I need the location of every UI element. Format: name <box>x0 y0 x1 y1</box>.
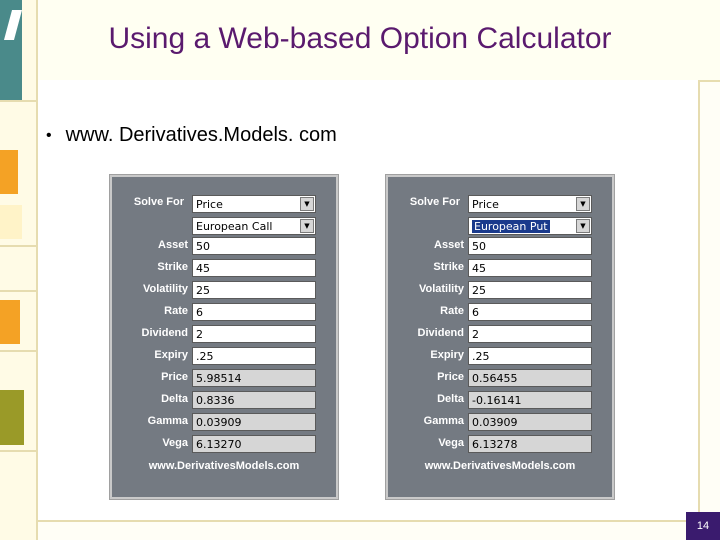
field-label: Rate <box>164 305 188 317</box>
field-label: Strike <box>433 261 464 273</box>
input-row-rate: Rate 6 <box>112 303 336 323</box>
delta-output: 0.8336 <box>192 391 316 409</box>
output-row-delta: Delta -0.16141 <box>388 391 612 411</box>
calculator-panel-call: Solve For Price ▼ European Call ▼ Asset … <box>110 175 338 499</box>
strike-input[interactable]: 45 <box>192 259 316 277</box>
strip-line <box>0 290 38 292</box>
output-row-price: Price 5.98514 <box>112 369 336 389</box>
price-output: 0.56455 <box>468 369 592 387</box>
cream-block <box>0 205 22 239</box>
solve-for-label: Solve For <box>133 196 184 208</box>
option-type-select[interactable]: European Call ▼ <box>192 217 316 235</box>
solve-for-select[interactable]: Price ▼ <box>192 195 316 213</box>
output-row-price: Price 0.56455 <box>388 369 612 389</box>
field-label: Expiry <box>154 349 188 361</box>
bottom-hline <box>38 520 698 522</box>
strip-line <box>0 350 38 352</box>
strip-line <box>0 450 38 452</box>
expiry-input[interactable]: .25 <box>468 347 592 365</box>
output-row-gamma: Gamma 0.03909 <box>388 413 612 433</box>
output-label: Price <box>437 371 464 383</box>
output-label: Vega <box>162 437 188 449</box>
bullet-icon: • <box>46 126 52 144</box>
solve-for-row: Solve For Price ▼ <box>388 195 612 215</box>
strike-input[interactable]: 45 <box>468 259 592 277</box>
field-label: Volatility <box>418 283 464 295</box>
solve-for-select[interactable]: Price ▼ <box>468 195 592 213</box>
chevron-down-icon[interactable]: ▼ <box>576 219 590 233</box>
gamma-output: 0.03909 <box>468 413 592 431</box>
output-label: Price <box>161 371 188 383</box>
output-label: Delta <box>437 393 464 405</box>
option-type-select[interactable]: European Put ▼ <box>468 217 592 235</box>
output-row-gamma: Gamma 0.03909 <box>112 413 336 433</box>
calculator-footer-link[interactable]: www.DerivativesModels.com <box>388 460 612 472</box>
solve-for-value: Price <box>196 198 223 211</box>
output-row-delta: Delta 0.8336 <box>112 391 336 411</box>
chevron-down-icon[interactable]: ▼ <box>300 219 314 233</box>
rate-input[interactable]: 6 <box>468 303 592 321</box>
vega-output: 6.13278 <box>468 435 592 453</box>
input-row-dividend: Dividend 2 <box>112 325 336 345</box>
field-label: Volatility <box>142 283 188 295</box>
asset-input[interactable]: 50 <box>192 237 316 255</box>
field-label: Strike <box>157 261 188 273</box>
rate-input[interactable]: 6 <box>192 303 316 321</box>
field-label: Dividend <box>141 327 188 339</box>
output-label: Gamma <box>423 415 464 427</box>
vega-output: 6.13270 <box>192 435 316 453</box>
dividend-input[interactable]: 2 <box>468 325 592 343</box>
olive-block <box>0 390 24 445</box>
input-row-expiry: Expiry .25 <box>112 347 336 367</box>
bullet-text: www. Derivatives.Models. com <box>65 124 337 146</box>
option-type-row: European Put ▼ <box>388 217 612 237</box>
delta-output: -0.16141 <box>468 391 592 409</box>
input-row-expiry: Expiry .25 <box>388 347 612 367</box>
slide-title: Using a Web-based Option Calculator <box>108 22 612 55</box>
input-row-strike: Strike 45 <box>112 259 336 279</box>
volatility-input[interactable]: 25 <box>192 281 316 299</box>
field-label: Asset <box>158 239 188 251</box>
calculator-panel-put: Solve For Price ▼ European Put ▼ Asset 5… <box>386 175 614 499</box>
input-row-strike: Strike 45 <box>388 259 612 279</box>
output-row-vega: Vega 6.13270 <box>112 435 336 455</box>
input-row-rate: Rate 6 <box>388 303 612 323</box>
output-label: Vega <box>438 437 464 449</box>
field-label: Asset <box>434 239 464 251</box>
option-type-row: European Call ▼ <box>112 217 336 237</box>
expiry-input[interactable]: .25 <box>192 347 316 365</box>
chevron-down-icon[interactable]: ▼ <box>576 197 590 211</box>
solve-for-row: Solve For Price ▼ <box>112 195 336 215</box>
output-row-vega: Vega 6.13278 <box>388 435 612 455</box>
orange-block-2 <box>0 300 20 344</box>
output-label: Delta <box>161 393 188 405</box>
field-label: Expiry <box>430 349 464 361</box>
bullet-item: • www. Derivatives.Models. com <box>46 124 337 147</box>
solve-for-value: Price <box>472 198 499 211</box>
solve-for-label: Solve For <box>409 196 460 208</box>
asset-input[interactable]: 50 <box>468 237 592 255</box>
output-label: Gamma <box>147 415 188 427</box>
calculator-footer-link[interactable]: www.DerivativesModels.com <box>112 460 336 472</box>
input-row-volatility: Volatility 25 <box>112 281 336 301</box>
input-row-asset: Asset 50 <box>388 237 612 257</box>
page-number: 14 <box>686 512 720 540</box>
strip-line <box>0 245 38 247</box>
dividend-input[interactable]: 2 <box>192 325 316 343</box>
option-type-value: European Call <box>196 220 273 233</box>
gamma-output: 0.03909 <box>192 413 316 431</box>
input-row-asset: Asset 50 <box>112 237 336 257</box>
chevron-down-icon[interactable]: ▼ <box>300 197 314 211</box>
input-row-volatility: Volatility 25 <box>388 281 612 301</box>
price-output: 5.98514 <box>192 369 316 387</box>
volatility-input[interactable]: 25 <box>468 281 592 299</box>
option-type-value: European Put <box>472 220 550 233</box>
field-label: Rate <box>440 305 464 317</box>
field-label: Dividend <box>417 327 464 339</box>
strip-line <box>0 100 38 102</box>
orange-block-1 <box>0 150 18 194</box>
input-row-dividend: Dividend 2 <box>388 325 612 345</box>
